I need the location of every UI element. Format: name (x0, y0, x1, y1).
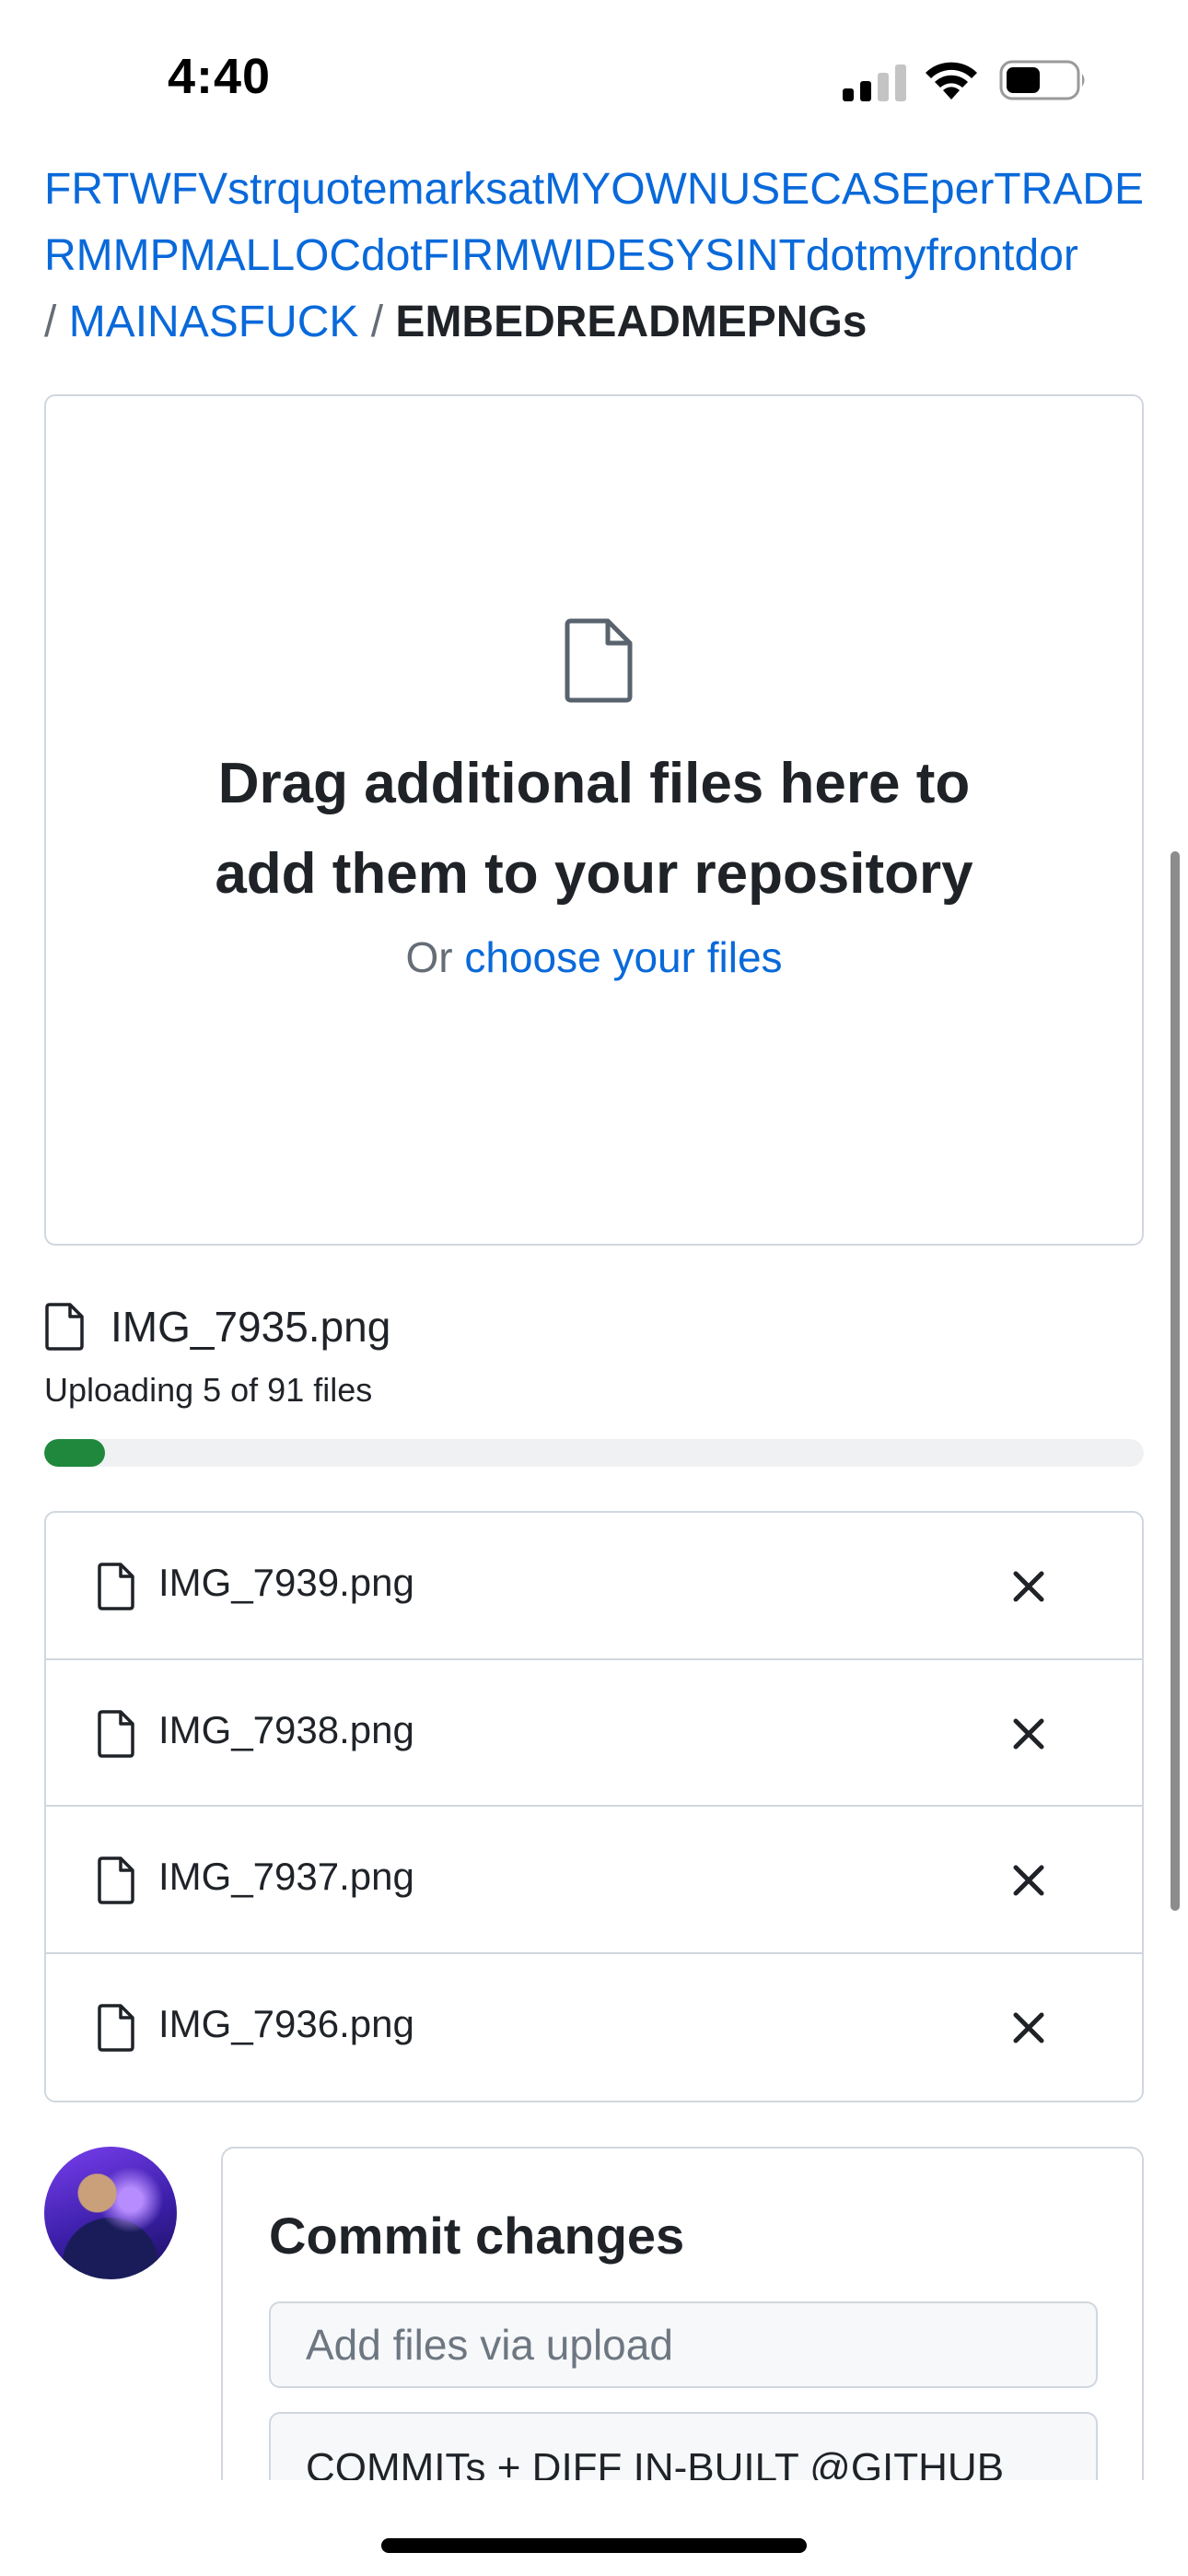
dropzone-title: Drag additional files here to add them t… (46, 739, 1142, 919)
scrollbar[interactable] (1171, 851, 1180, 1911)
file-icon (45, 1303, 84, 1351)
file-list-row: IMG_7938.png (46, 1660, 1142, 1807)
breadcrumb-separator: / (44, 298, 57, 346)
file-icon (98, 2003, 134, 2052)
uploading-file-name: IMG_7935.png (111, 1303, 391, 1351)
cellular-signal-icon (843, 64, 906, 101)
file-icon (98, 1856, 134, 1904)
file-icon (565, 618, 633, 703)
file-list-row: IMG_7937.png (46, 1807, 1142, 1954)
home-indicator[interactable] (381, 2538, 807, 2553)
breadcrumb-current-folder: EMBEDREADMEPNGs (395, 298, 868, 346)
remove-file-close-icon[interactable] (1008, 1566, 1049, 1607)
breadcrumb-repo-link-line2[interactable]: RMMPMALLOCdotFIRMWIDESYSINTdotmyfrontdor (44, 223, 1149, 289)
remove-file-close-icon[interactable] (1008, 1714, 1049, 1754)
dropzone-title-line2: add them to your repository (215, 842, 973, 906)
file-name: IMG_7937.png (158, 1855, 414, 1898)
file-dropzone[interactable]: Drag additional files here to add them t… (44, 394, 1144, 1246)
file-list-row: IMG_7939.png (46, 1513, 1142, 1660)
file-name: IMG_7936.png (158, 2001, 414, 2045)
wifi-icon (926, 62, 977, 100)
uploading-file: IMG_7935.png (44, 1294, 390, 1359)
file-name: IMG_7939.png (158, 1561, 414, 1604)
status-bar: 4:40 (0, 0, 1188, 157)
status-time: 4:40 (168, 49, 272, 104)
commit-title: Commit changes (269, 2207, 685, 2265)
battery-icon (999, 60, 1085, 100)
upload-progress-bar (44, 1439, 1144, 1467)
dropzone-title-line1: Drag additional files here to (217, 752, 971, 815)
upload-status-text: Uploading 5 of 91 files (44, 1371, 373, 1409)
file-name: IMG_7938.png (158, 1707, 414, 1751)
breadcrumb: FRTWFVstrquotemarksatMYOWNUSECASEperTRAD… (44, 157, 1149, 356)
file-list-row: IMG_7936.png (46, 1954, 1142, 2102)
file-icon (98, 1563, 134, 1610)
breadcrumb-path: / MAINASFUCK / EMBEDREADMEPNGs (44, 289, 1149, 356)
dropzone-or-text: Or (405, 933, 453, 981)
breadcrumb-repo-link-line1[interactable]: FRTWFVstrquotemarksatMYOWNUSECASEperTRAD… (44, 157, 1149, 223)
choose-files-link[interactable]: choose your files (464, 933, 782, 981)
remove-file-close-icon[interactable] (1008, 2008, 1049, 2048)
bottom-safe-area (0, 2480, 1188, 2576)
page: 4:40 FRTWFVstrquotemarksatMYOWNUSECASEpe… (0, 0, 1188, 2576)
avatar[interactable] (44, 2147, 177, 2279)
commit-summary-input[interactable] (269, 2301, 1098, 2388)
remove-file-close-icon[interactable] (1008, 1860, 1049, 1901)
breadcrumb-folder-link[interactable]: MAINASFUCK (69, 298, 359, 346)
upload-progress-fill (44, 1439, 105, 1467)
file-icon (98, 1709, 134, 1758)
dropzone-subtitle: Or choose your files (46, 932, 1142, 982)
pending-file-list: IMG_7939.png IMG_7938.png IMG_7937.png IMG_… (44, 1511, 1144, 2102)
breadcrumb-separator: / (370, 298, 384, 346)
